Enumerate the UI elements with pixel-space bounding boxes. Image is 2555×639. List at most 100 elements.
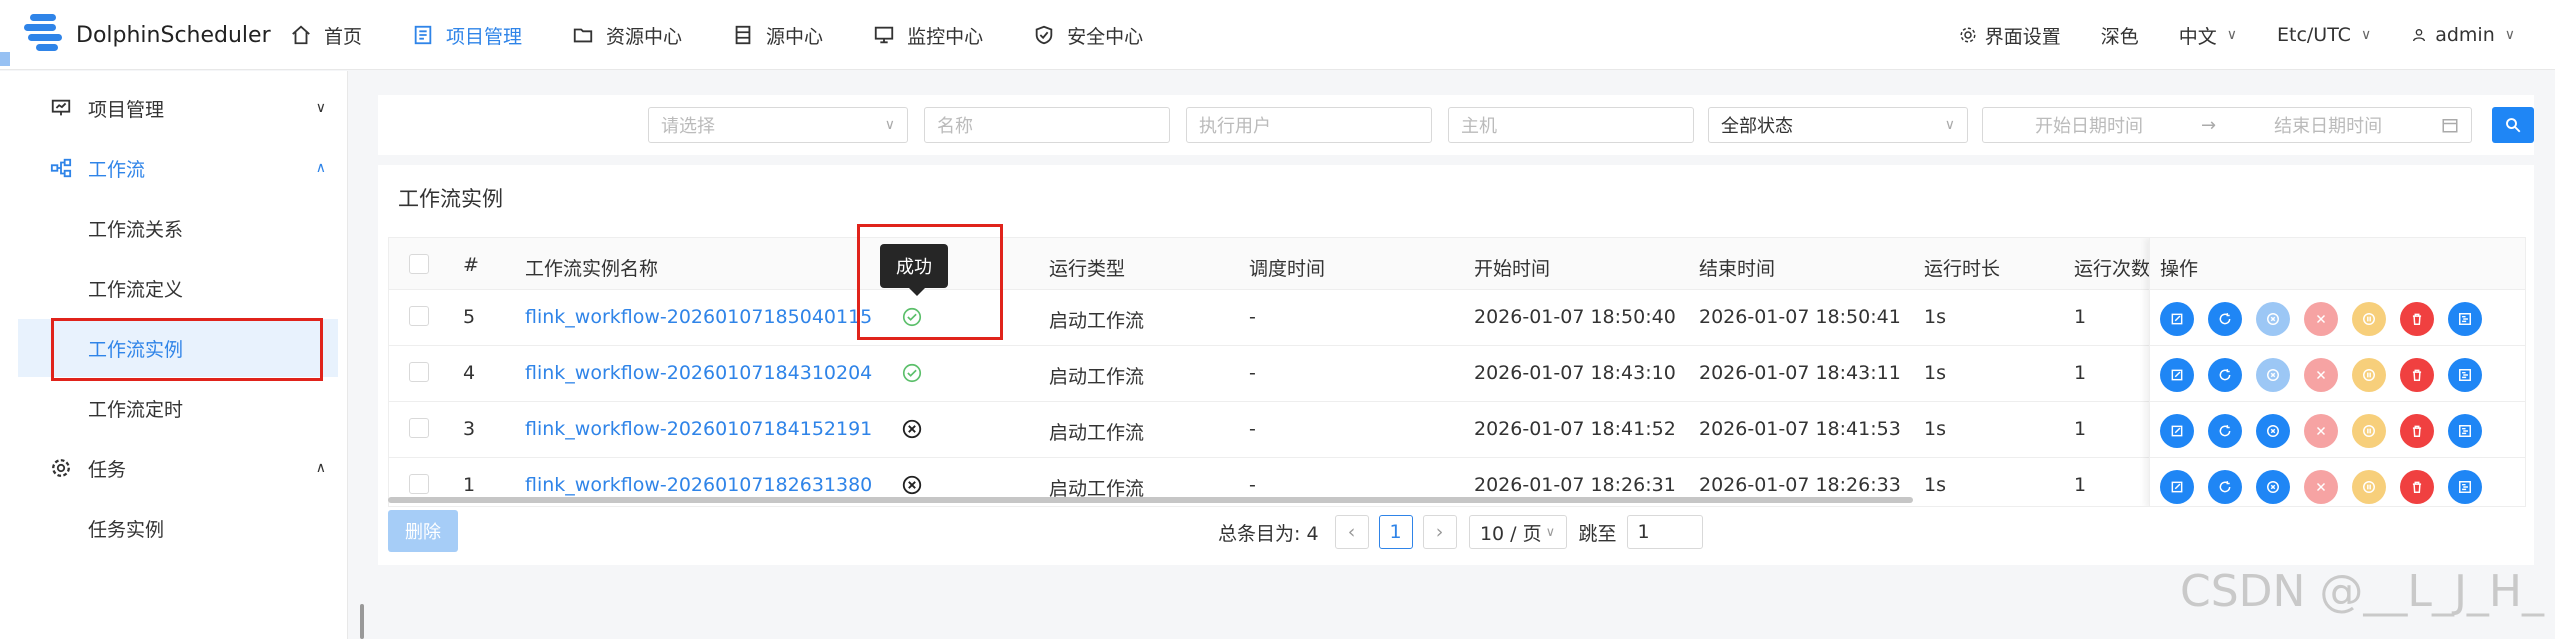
batch-delete-button[interactable]: 删除: [388, 510, 458, 552]
pagination: 总条目为: 4 ‹ 1 › 10 / 页 ∨ 跳至 1: [1218, 515, 1703, 549]
edit-button[interactable]: [2160, 470, 2194, 504]
arrow-right-icon: →: [2201, 114, 2217, 136]
rerun-button[interactable]: [2208, 302, 2242, 336]
project-icon: [414, 25, 432, 45]
gantt-button[interactable]: [2448, 414, 2482, 448]
pause-button[interactable]: [2352, 358, 2386, 392]
row-checkbox[interactable]: [409, 362, 429, 382]
sidebar-item-label: 工作流关系: [88, 218, 184, 241]
delete-button[interactable]: [2400, 358, 2434, 392]
executor-input[interactable]: 执行用户: [1186, 107, 1432, 143]
row-index: 1: [463, 474, 476, 496]
sidebar-item-task-instance[interactable]: 任务实例: [18, 499, 338, 557]
success-icon[interactable]: [901, 362, 923, 384]
instance-name-link[interactable]: flink_workflow-20260107182631380: [525, 474, 872, 496]
timezone-label: Etc/UTC: [2276, 24, 2351, 46]
edit-button[interactable]: [2160, 414, 2194, 448]
date-range-picker[interactable]: 开始日期时间 → 结束日期时间: [1982, 107, 2472, 143]
rerun-button[interactable]: [2208, 414, 2242, 448]
row-checkbox[interactable]: [409, 418, 429, 438]
sidebar-item-workflow[interactable]: 工作流 ∧: [18, 139, 338, 197]
kill-button[interactable]: [2304, 302, 2338, 336]
row-checkbox[interactable]: [409, 306, 429, 326]
project-select[interactable]: 请选择 ∨: [648, 107, 908, 143]
delete-button[interactable]: [2400, 414, 2434, 448]
pause-button[interactable]: [2352, 302, 2386, 336]
app-logo[interactable]: DolphinScheduler: [22, 12, 271, 58]
failed-icon[interactable]: [901, 418, 923, 440]
gantt-button[interactable]: [2448, 302, 2482, 336]
gantt-button[interactable]: [2448, 470, 2482, 504]
row-checkbox[interactable]: [409, 474, 429, 494]
column-end-time: 结束时间: [1699, 258, 1776, 280]
duration: 1s: [1924, 418, 1946, 440]
recover-button[interactable]: [2256, 470, 2290, 504]
failed-icon[interactable]: [901, 474, 923, 496]
stop-button[interactable]: [2256, 358, 2290, 392]
edit-icon: [2171, 481, 2183, 493]
status-select[interactable]: 全部状态 ∨: [1708, 107, 1968, 143]
theme-toggle[interactable]: 深色: [2101, 22, 2139, 49]
nav-datasource[interactable]: 源中心: [732, 0, 823, 70]
end-time: 2026-01-07 18:43:11: [1699, 362, 1901, 384]
nav-security[interactable]: 安全中心: [1033, 0, 1143, 70]
name-input[interactable]: 名称: [924, 107, 1170, 143]
sidebar-item-project-management[interactable]: 项目管理 ∨: [18, 79, 338, 137]
gantt-button[interactable]: [2448, 358, 2482, 392]
rerun-button[interactable]: [2208, 470, 2242, 504]
next-page-button[interactable]: ›: [1422, 515, 1457, 549]
column-ops: 操作: [2160, 258, 2199, 280]
language-select[interactable]: 中文 ∨: [2179, 22, 2237, 49]
csdn-watermark: CSDN @__L_J_H_: [2180, 566, 2545, 617]
instance-name-link[interactable]: flink_workflow-20260107185040115: [525, 306, 872, 328]
calendar-icon: [2442, 119, 2458, 133]
table-horizontal-scrollbar[interactable]: [388, 497, 1913, 503]
prev-page-button[interactable]: ‹: [1334, 515, 1369, 549]
user-menu[interactable]: admin ∨: [2411, 24, 2515, 46]
delete-button[interactable]: [2400, 470, 2434, 504]
kill-button[interactable]: [2304, 414, 2338, 448]
edit-button[interactable]: [2160, 358, 2194, 392]
nav-monitor[interactable]: 监控中心: [873, 0, 983, 70]
instance-name-link[interactable]: flink_workflow-20260107184310204: [525, 362, 872, 384]
ui-settings-button[interactable]: 界面设置: [1959, 22, 2061, 49]
highlight-box: [51, 318, 323, 381]
nav-resource[interactable]: 资源中心: [572, 0, 682, 70]
nav-home[interactable]: 首页: [290, 0, 362, 70]
search-button[interactable]: [2492, 107, 2534, 143]
sidebar-item-workflow-relation[interactable]: 工作流关系: [18, 199, 338, 257]
stop-circle-icon: [2267, 425, 2279, 437]
select-all-checkbox[interactable]: [409, 254, 429, 274]
nav-security-label: 安全中心: [1067, 25, 1144, 48]
sidebar-item-workflow-timing[interactable]: 工作流定时: [18, 379, 338, 437]
gantt-icon: [2459, 313, 2471, 325]
stop-button[interactable]: [2256, 302, 2290, 336]
goto-page-input[interactable]: 1: [1626, 515, 1703, 549]
kill-button[interactable]: [2304, 470, 2338, 504]
page-button-current[interactable]: 1: [1378, 515, 1413, 549]
sidebar-item-workflow-definition[interactable]: 工作流定义: [18, 259, 338, 317]
nav-home-label: 首页: [324, 25, 363, 48]
run-type: 启动工作流: [1049, 310, 1145, 332]
rerun-button[interactable]: [2208, 358, 2242, 392]
end-date-placeholder: 结束日期时间: [2274, 116, 2383, 137]
host-input[interactable]: 主机: [1448, 107, 1694, 143]
chevron-left-icon: ‹: [1347, 521, 1356, 543]
edit-button[interactable]: [2160, 302, 2194, 336]
sidebar-item-task[interactable]: 任务 ∧: [18, 439, 338, 497]
pause-button[interactable]: [2352, 470, 2386, 504]
panel-title: 工作流实例: [398, 187, 503, 211]
instance-name-link[interactable]: flink_workflow-20260107184152191: [525, 418, 872, 440]
page-size-select[interactable]: 10 / 页 ∨: [1468, 515, 1567, 549]
timezone-select[interactable]: Etc/UTC ∨: [2277, 24, 2371, 46]
user-label: admin: [2435, 24, 2495, 46]
nav-project[interactable]: 项目管理: [412, 0, 522, 70]
refresh-icon: [2219, 425, 2231, 437]
sidebar-scrollbar[interactable]: [360, 604, 364, 639]
start-time: 2026-01-07 18:26:31: [1474, 474, 1676, 496]
delete-button[interactable]: [2400, 302, 2434, 336]
kill-button[interactable]: [2304, 358, 2338, 392]
nav-datasource-label: 源中心: [766, 25, 824, 48]
recover-button[interactable]: [2256, 414, 2290, 448]
pause-button[interactable]: [2352, 414, 2386, 448]
